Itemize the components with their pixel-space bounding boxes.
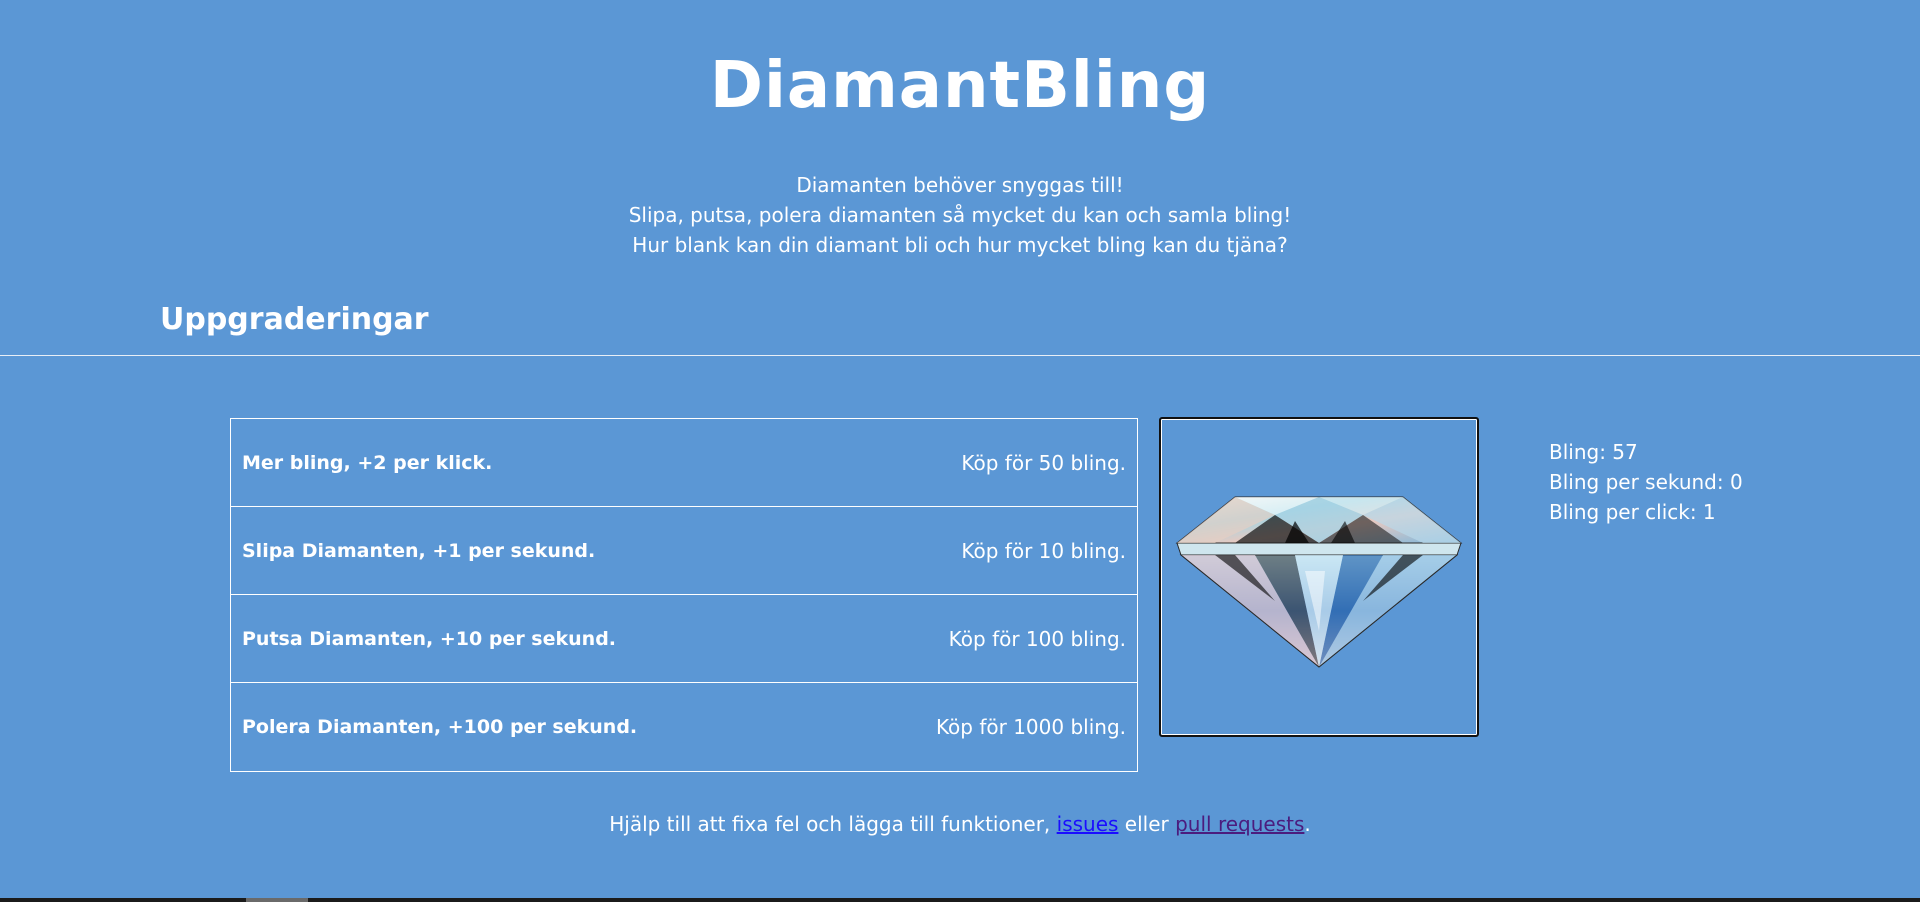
bling-per-second: Bling per sekund: 0 bbox=[1549, 470, 1743, 494]
upgrade-slipa[interactable]: Slipa Diamanten, +1 per sekund. Köp för … bbox=[231, 507, 1137, 595]
upgrade-putsa[interactable]: Putsa Diamanten, +10 per sekund. Köp för… bbox=[231, 595, 1137, 683]
footer-text: Hjälp till att fixa fel och lägga till f… bbox=[609, 812, 1057, 836]
pull-requests-link[interactable]: pull requests bbox=[1175, 812, 1304, 836]
footer: Hjälp till att fixa fel och lägga till f… bbox=[0, 812, 1920, 836]
upgrade-mer-bling[interactable]: Mer bling, +2 per klick. Köp för 50 blin… bbox=[231, 419, 1137, 507]
intro-line-1: Diamanten behöver snyggas till! bbox=[796, 173, 1124, 197]
stats-panel: Bling: 57 Bling per sekund: 0 Bling per … bbox=[1549, 437, 1743, 527]
intro-line-2: Slipa, putsa, polera diamanten så mycket… bbox=[628, 203, 1292, 227]
intro-line-3: Hur blank kan din diamant bli och hur my… bbox=[632, 233, 1288, 257]
footer-text-end: . bbox=[1304, 812, 1311, 836]
issues-link[interactable]: issues bbox=[1057, 812, 1119, 836]
diamond-click-button[interactable] bbox=[1159, 417, 1479, 737]
upgrade-polera[interactable]: Polera Diamanten, +100 per sekund. Köp f… bbox=[231, 683, 1137, 771]
scrollbar-thumb[interactable] bbox=[246, 898, 308, 902]
upgrade-price: Köp för 10 bling. bbox=[961, 538, 1126, 563]
upgrade-price: Köp för 100 bling. bbox=[948, 626, 1126, 651]
section-divider bbox=[0, 355, 1920, 356]
upgrade-name: Polera Diamanten, +100 per sekund. bbox=[242, 716, 638, 738]
bling-per-click: Bling per click: 1 bbox=[1549, 500, 1716, 524]
upgrade-name: Putsa Diamanten, +10 per sekund. bbox=[242, 627, 617, 650]
bling-count: Bling: 57 bbox=[1549, 440, 1638, 464]
upgrade-name: Slipa Diamanten, +1 per sekund. bbox=[242, 539, 596, 562]
upgrade-name: Mer bling, +2 per klick. bbox=[242, 451, 493, 474]
footer-text-middle: eller bbox=[1118, 812, 1176, 836]
upgrades-heading: Uppgraderingar bbox=[160, 302, 429, 337]
game-title: DiamantBling bbox=[709, 49, 1211, 123]
diamond-icon bbox=[1175, 496, 1463, 668]
upgrade-price: Köp för 1000 bling. bbox=[935, 715, 1126, 739]
upgrade-price: Köp för 50 bling. bbox=[961, 450, 1126, 475]
upgrades-table: Mer bling, +2 per klick. Köp för 50 blin… bbox=[230, 418, 1138, 772]
intro-text: Diamanten behöver snyggas till! Slipa, p… bbox=[0, 170, 1920, 260]
game-page: DiamantBling Diamanten behöver snyggas t… bbox=[0, 0, 1920, 902]
